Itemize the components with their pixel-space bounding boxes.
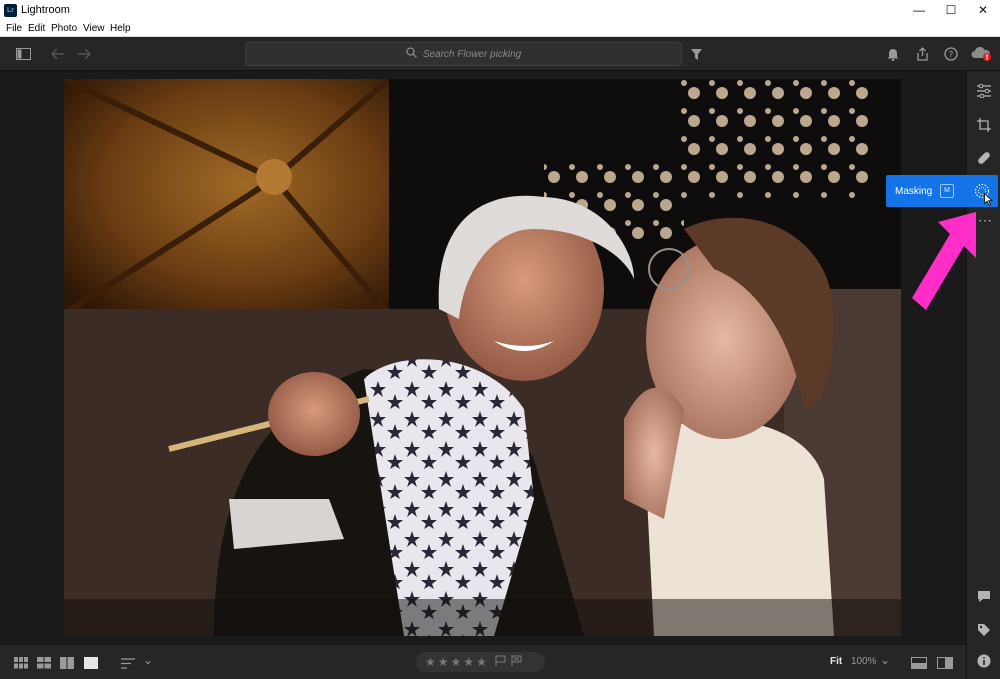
back-arrow-icon[interactable]: [49, 45, 67, 63]
compare-icon[interactable]: [60, 656, 74, 670]
split-view-icon[interactable]: [937, 656, 953, 670]
rating-flag-bar: ★ ★ ★ ★ ★: [416, 652, 545, 672]
edit-sliders-icon[interactable]: [975, 82, 993, 100]
sort-chevron-icon[interactable]: ⌄: [143, 653, 153, 667]
zoom-chevron-icon[interactable]: ⌄: [880, 653, 890, 667]
healing-icon[interactable]: [975, 149, 993, 167]
svg-text:?: ?: [949, 51, 954, 61]
menu-edit[interactable]: Edit: [28, 23, 45, 34]
lightroom-window: Lr Lightroom — ☐ ✕ File Edit Photo View …: [0, 0, 1000, 679]
flag-pick-icon[interactable]: [495, 655, 506, 669]
menu-photo[interactable]: Photo: [51, 23, 77, 34]
search-input[interactable]: Search Flower picking: [245, 42, 682, 66]
panel-toggle-icon[interactable]: [14, 45, 32, 63]
flag-reject-icon[interactable]: [511, 655, 522, 669]
masking-tooltip[interactable]: Masking M: [886, 175, 998, 207]
zoom-level[interactable]: 100%: [851, 656, 877, 667]
masking-label: Masking: [895, 186, 933, 197]
detail-view-icon[interactable]: [84, 656, 98, 670]
bell-icon[interactable]: [884, 45, 902, 63]
cloud-sync-icon[interactable]: [971, 45, 993, 63]
menu-help[interactable]: Help: [110, 23, 131, 34]
search-icon: [406, 47, 417, 61]
search-placeholder: Search Flower picking: [422, 48, 522, 60]
lightroom-logo-icon: Lr: [4, 4, 17, 17]
before-after-icon[interactable]: [911, 656, 927, 670]
square-grid-icon[interactable]: [14, 656, 28, 670]
share-icon[interactable]: [913, 45, 931, 63]
bottom-toolbar: ⌄ ★ ★ ★ ★ ★ Fit 100% ⌄: [0, 644, 966, 679]
star-rating-1[interactable]: ★: [425, 655, 436, 669]
comments-icon[interactable]: [975, 587, 993, 605]
menu-bar: File Edit Photo View Help: [0, 21, 1000, 37]
title-bar: Lr Lightroom — ☐ ✕: [0, 0, 1000, 21]
star-rating-2[interactable]: ★: [438, 655, 449, 669]
top-toolbar: Search Flower picking ?: [0, 37, 1000, 71]
photo-grid-icon[interactable]: [37, 656, 51, 670]
forward-arrow-icon[interactable]: [75, 45, 93, 63]
close-button[interactable]: ✕: [967, 0, 999, 21]
main-photo[interactable]: [64, 79, 901, 636]
star-rating-4[interactable]: ★: [463, 655, 474, 669]
minimize-button[interactable]: —: [903, 0, 935, 21]
image-canvas: [0, 71, 966, 644]
help-icon[interactable]: ?: [942, 45, 960, 63]
masking-shortcut-badge: M: [940, 184, 954, 198]
sort-icon[interactable]: [121, 656, 135, 670]
star-rating-3[interactable]: ★: [451, 655, 462, 669]
maximize-button[interactable]: ☐: [935, 0, 967, 21]
menu-file[interactable]: File: [6, 23, 22, 34]
right-tool-rail: ⋯: [966, 71, 1000, 679]
filter-icon[interactable]: [687, 45, 705, 63]
keywords-icon[interactable]: [975, 621, 993, 639]
window-title: Lightroom: [21, 4, 70, 16]
star-rating-5[interactable]: ★: [476, 655, 487, 669]
fit-zoom-button[interactable]: Fit: [830, 656, 842, 667]
info-icon[interactable]: [975, 652, 993, 670]
mouse-cursor-icon: [984, 192, 994, 209]
annotation-arrow-icon: [908, 210, 984, 323]
menu-view[interactable]: View: [83, 23, 105, 34]
crop-icon[interactable]: [975, 116, 993, 134]
